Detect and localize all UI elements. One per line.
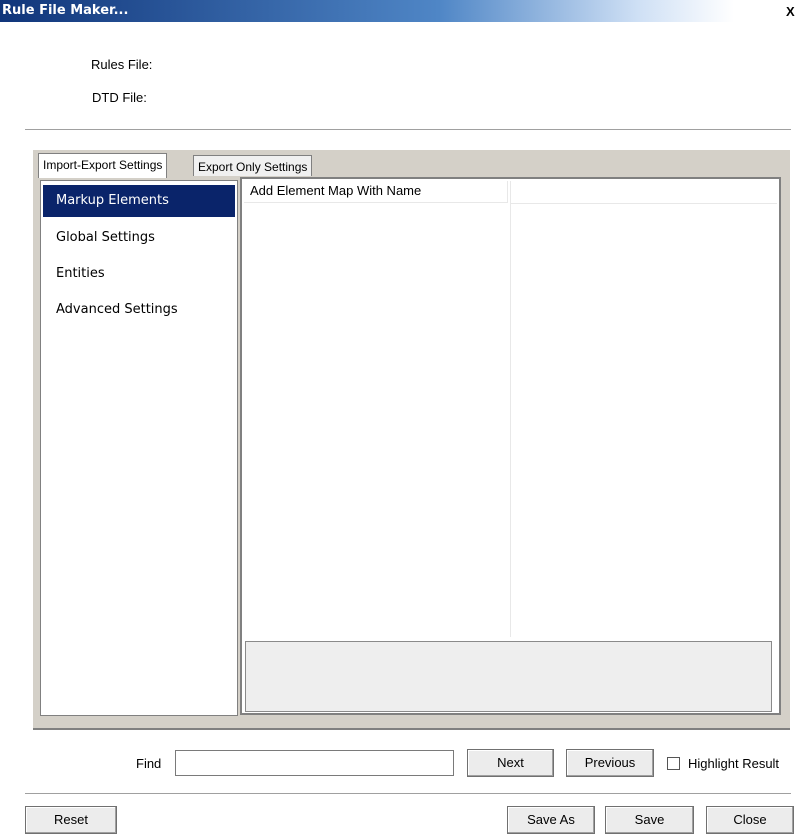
save-button[interactable]: Save [605, 806, 694, 834]
grid-header-name[interactable]: Add Element Map With Name [244, 181, 508, 203]
element-map-grid: Add Element Map With Name [240, 177, 781, 715]
title-bar: Rule File Maker... X [0, 0, 798, 22]
close-icon[interactable]: X [786, 4, 798, 19]
description-box [245, 641, 772, 712]
find-label: Find [136, 756, 162, 771]
reset-button[interactable]: Reset [25, 806, 117, 834]
previous-button[interactable]: Previous [566, 749, 654, 777]
next-button[interactable]: Next [467, 749, 554, 777]
close-button[interactable]: Close [706, 806, 794, 834]
separator [25, 129, 791, 130]
separator-bottom [25, 793, 791, 794]
tab-import-export-settings[interactable]: Import-Export Settings [38, 153, 168, 178]
sidebar-item-entities[interactable]: Entities [43, 258, 235, 290]
find-input[interactable] [175, 750, 454, 776]
sidebar-item-global-settings[interactable]: Global Settings [43, 222, 235, 254]
sidebar-item-markup-elements[interactable]: Markup Elements [43, 185, 235, 217]
tab-export-only-settings[interactable]: Export Only Settings [193, 155, 313, 178]
highlight-result-label: Highlight Result [688, 756, 780, 771]
column-divider [510, 181, 511, 637]
highlight-result-checkbox[interactable] [667, 757, 680, 770]
window-title: Rule File Maker... [2, 3, 129, 18]
dtd-file-label: DTD File: [92, 90, 147, 105]
rules-file-label: Rules File: [91, 57, 153, 72]
sidebar-item-advanced-settings[interactable]: Advanced Settings [43, 294, 235, 326]
grid-header-value[interactable] [510, 181, 777, 204]
settings-nav: Markup Elements Global Settings Entities… [40, 180, 238, 716]
save-as-button[interactable]: Save As [507, 806, 595, 834]
